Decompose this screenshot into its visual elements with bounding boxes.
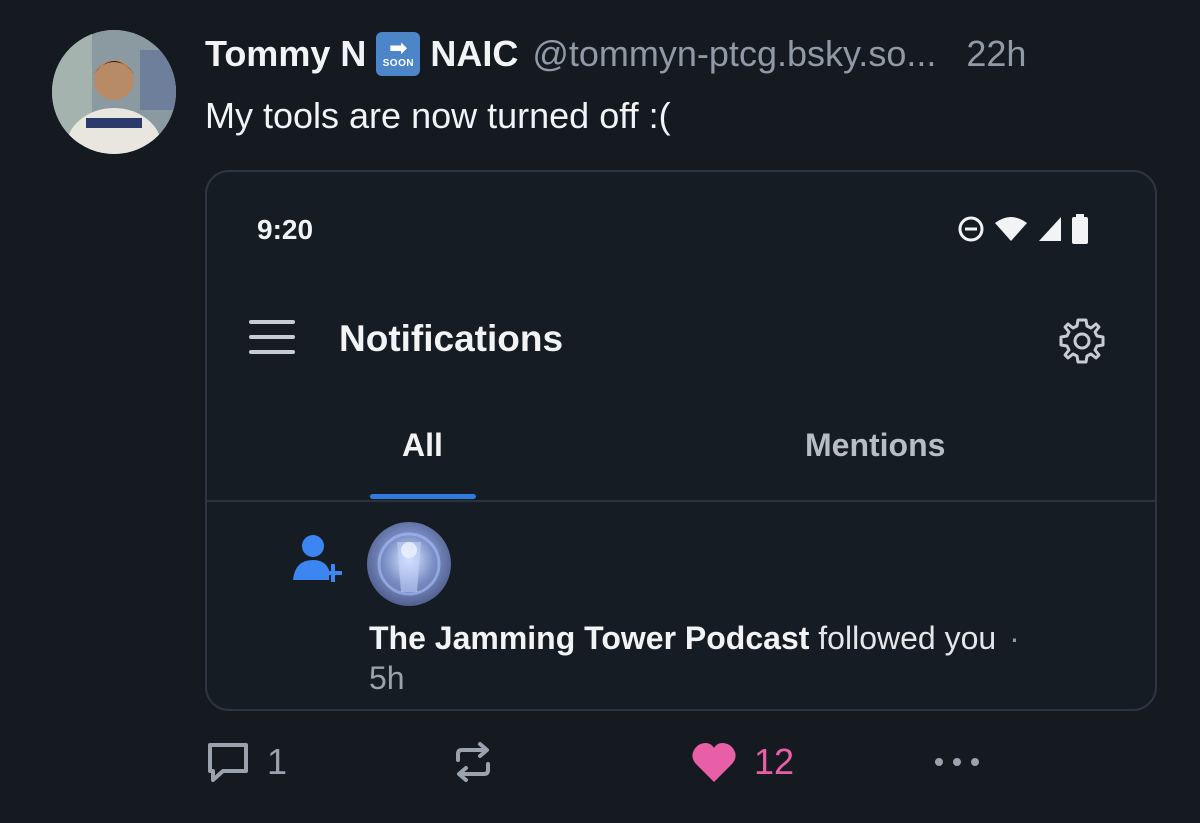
status-bar-time: 9:20 [257, 214, 314, 245]
tab-mentions[interactable]: Mentions [805, 427, 945, 464]
tab-all[interactable]: All [402, 427, 443, 464]
embedded-image[interactable]: 9:20 Notifications All Mentions The Jamm… [205, 170, 1157, 711]
repost-button[interactable] [450, 740, 496, 784]
follower-avatar[interactable] [367, 522, 451, 606]
follower-avatar-image [377, 532, 441, 596]
follow-user-icon [293, 535, 342, 582]
like-button[interactable]: 12 [690, 740, 794, 784]
dnd-icon [958, 216, 984, 242]
hamburger-menu-icon[interactable] [249, 320, 299, 360]
heart-icon [692, 743, 736, 782]
notification-actor[interactable]: The Jamming Tower Podcast [369, 620, 809, 656]
soon-label: SOON [382, 58, 415, 69]
more-options-button[interactable] [930, 740, 984, 784]
reply-count: 1 [267, 741, 288, 782]
signal-icon [1039, 217, 1061, 241]
post-text: My tools are now turned off :( [205, 95, 671, 136]
repost-icon [456, 742, 490, 782]
status-bar-icons [957, 214, 1089, 244]
notification-separator: · [1009, 620, 1020, 656]
post-actions: 1 12 [0, 740, 1200, 800]
notification-text[interactable]: The Jamming Tower Podcast followed you ·… [369, 618, 1129, 698]
more-dots-icon [935, 758, 979, 766]
like-count: 12 [754, 741, 795, 782]
notifications-header: Notifications [207, 312, 1155, 372]
soon-arrow-icon: ➡ SOON [376, 32, 421, 76]
reply-button[interactable]: 1 [205, 740, 287, 784]
comment-icon [208, 743, 248, 782]
post-timestamp[interactable]: 22h [966, 30, 1026, 78]
battery-icon [1072, 214, 1088, 244]
author-handle[interactable]: @tommyn-ptcg.bsky.so... [532, 30, 936, 78]
notifications-title: Notifications [339, 318, 564, 359]
author-display-name-suffix[interactable]: NAIC [430, 30, 518, 78]
post-header: Tommy N ➡ SOON NAIC @tommyn-ptcg.bsky.so… [205, 30, 1160, 78]
notification-action: followed you [818, 620, 997, 656]
author-display-name[interactable]: Tommy N [205, 30, 366, 78]
tab-divider [207, 500, 1155, 502]
author-avatar[interactable] [52, 30, 176, 154]
wifi-icon [995, 217, 1027, 241]
active-tab-indicator [370, 494, 476, 499]
notification-time: 5h [369, 660, 405, 696]
gear-icon[interactable] [1057, 316, 1107, 366]
avatar-image [52, 30, 176, 154]
soon-arrow-glyph: ➡ [389, 35, 408, 60]
